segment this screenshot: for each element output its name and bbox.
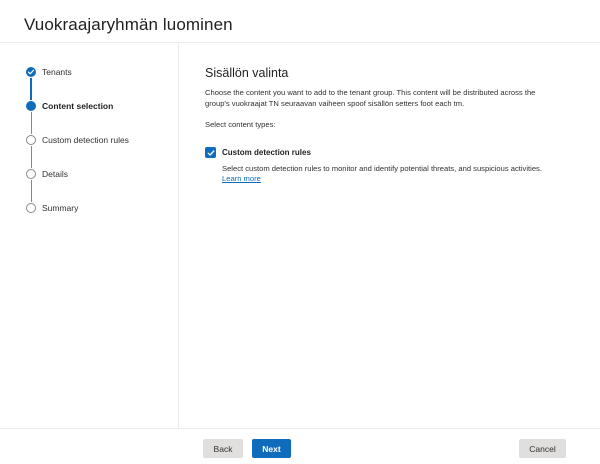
back-button[interactable]: Back [203,439,243,458]
cancel-button[interactable]: Cancel [519,439,566,458]
checkbox-label[interactable]: Custom detection rules [222,147,311,159]
step-connector [30,180,32,202]
checkmark-icon [207,149,214,156]
custom-detection-rules-checkbox[interactable] [205,147,216,158]
section-title: Sisällön valinta [205,66,289,80]
content-types-label: Select content types: [205,120,276,129]
step-connector [30,78,32,100]
step-connector [30,146,32,168]
step-label: Details [42,169,68,179]
description-line: group's vuokraajat TN seuraavan vaiheen … [205,98,465,108]
filled-circle-icon [26,101,36,111]
footer-divider [0,428,600,429]
step-label: Summary [42,203,79,213]
description-line: Choose the content you want to add to th… [205,88,536,97]
checkbox-description: Select custom detection rules to monitor… [222,164,542,173]
wizard-stepper: Tenants Content selection Custom detecti… [0,0,178,428]
empty-circle-icon [26,203,36,213]
step-label: Tenants [42,67,72,77]
step-label: Custom detection rules [42,135,129,145]
empty-circle-icon [26,135,36,145]
next-button[interactable]: Next [252,439,291,458]
empty-circle-icon [26,169,36,179]
step-connector [30,112,32,134]
section-description: Choose the content you want to add to th… [205,88,575,109]
sidebar-divider [178,43,179,428]
step-label: Content selection [42,101,114,111]
check-icon [26,67,36,77]
learn-more-link[interactable]: Learn more [222,174,261,184]
